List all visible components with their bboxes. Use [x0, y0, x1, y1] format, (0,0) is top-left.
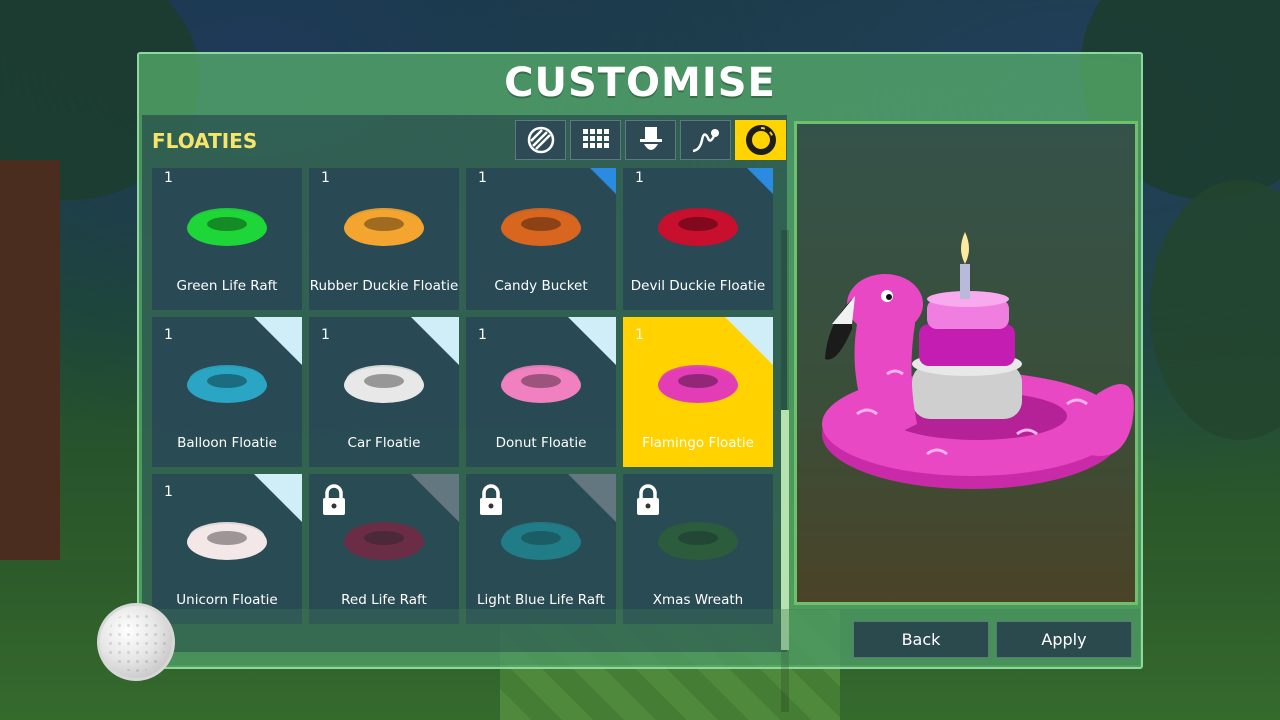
lock-icon — [323, 484, 345, 515]
item-card[interactable]: Xmas Wreath — [623, 474, 773, 624]
item-card[interactable]: 1 Balloon Floatie — [152, 317, 302, 467]
top-hat-icon — [639, 127, 662, 150]
item-image — [344, 365, 424, 403]
item-quantity: 1 — [164, 484, 173, 500]
item-card[interactable]: 1 Donut Floatie — [466, 317, 616, 467]
item-quantity: 1 — [635, 170, 644, 186]
item-image — [187, 522, 267, 560]
lock-icon — [637, 484, 659, 515]
item-card[interactable]: 1 Candy Bucket — [466, 168, 616, 310]
ball-pattern-icon — [527, 126, 554, 154]
item-quantity: 1 — [478, 170, 487, 186]
tab-hats[interactable] — [625, 120, 676, 160]
item-name: Xmas Wreath — [652, 592, 744, 608]
footer-bar: Back Apply — [142, 609, 1140, 665]
page-title: CUSTOMISE — [504, 60, 776, 106]
customise-panel: CUSTOMISE FLOATIES 1 Green Life Raft 1 R… — [137, 52, 1143, 712]
item-image — [658, 208, 738, 246]
item-name: Flamingo Floatie — [642, 435, 754, 451]
item-name: Candy Bucket — [494, 278, 588, 294]
item-browser: FLOATIES 1 Green Life Raft 1 Rubber Duck… — [142, 115, 789, 712]
item-name: Red Life Raft — [341, 592, 427, 608]
item-card[interactable]: 1 Rubber Duckie Floatie — [309, 168, 459, 310]
category-tabs — [515, 120, 786, 160]
item-name: Rubber Duckie Floatie — [309, 278, 459, 294]
item-card[interactable]: Light Blue Life Raft — [466, 474, 616, 624]
life-ring-icon — [745, 125, 776, 155]
item-quantity: 1 — [321, 327, 330, 343]
item-name: Unicorn Floatie — [176, 592, 278, 608]
item-image — [658, 365, 738, 403]
tab-grid-pattern[interactable] — [570, 120, 621, 160]
item-quantity: 1 — [164, 170, 173, 186]
item-quantity: 1 — [321, 170, 330, 186]
item-grid-viewport[interactable]: 1 Green Life Raft 1 Rubber Duckie Floatie 1 C… — [152, 168, 776, 651]
item-image — [187, 365, 267, 403]
item-grid: 1 Green Life Raft 1 Rubber Duckie Floatie 1 C… — [152, 168, 773, 624]
tab-floaties[interactable] — [735, 120, 786, 160]
item-quantity: 1 — [164, 327, 173, 343]
item-name: Balloon Floatie — [177, 435, 277, 451]
player-ball-avatar — [97, 603, 175, 681]
tab-trails[interactable] — [680, 120, 731, 160]
item-card[interactable]: 1 Flamingo Floatie — [623, 317, 773, 467]
back-button[interactable]: Back — [853, 621, 989, 658]
item-image — [658, 522, 738, 560]
item-image — [187, 208, 267, 246]
flamingo-floatie-preview-image — [822, 232, 1134, 489]
item-image — [344, 208, 424, 246]
section-title: FLOATIES — [152, 129, 258, 153]
item-quantity: 1 — [635, 327, 644, 343]
item-image — [501, 365, 581, 403]
item-card[interactable]: 1 Unicorn Floatie — [152, 474, 302, 624]
item-card[interactable]: 1 Green Life Raft — [152, 168, 302, 310]
item-card[interactable]: Red Life Raft — [309, 474, 459, 624]
item-image — [344, 522, 424, 560]
item-name: Devil Duckie Floatie — [630, 278, 766, 294]
item-card[interactable]: 1 Car Floatie — [309, 317, 459, 467]
tab-ball-pattern[interactable] — [515, 120, 566, 160]
apply-button[interactable]: Apply — [996, 621, 1132, 658]
grid-pattern-icon — [582, 129, 609, 148]
item-preview — [794, 121, 1138, 605]
lock-icon — [480, 484, 502, 515]
item-name: Green Life Raft — [176, 278, 278, 294]
item-name: Donut Floatie — [495, 435, 587, 451]
item-card[interactable]: 1 Devil Duckie Floatie — [623, 168, 773, 310]
item-quantity: 1 — [478, 327, 487, 343]
item-image — [501, 522, 581, 560]
trail-icon — [692, 129, 719, 153]
item-name: Light Blue Life Raft — [477, 592, 605, 608]
item-image — [501, 208, 581, 246]
item-name: Car Floatie — [347, 435, 421, 451]
